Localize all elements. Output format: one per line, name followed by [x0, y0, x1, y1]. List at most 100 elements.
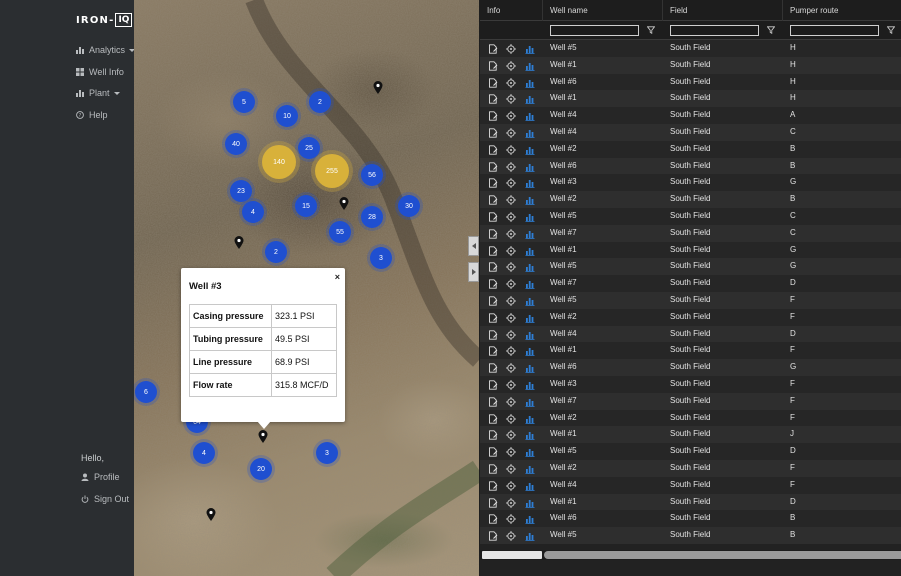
- document-edit-icon[interactable]: [488, 44, 498, 54]
- document-edit-icon[interactable]: [488, 111, 498, 121]
- collapse-left-button[interactable]: [468, 236, 479, 256]
- document-edit-icon[interactable]: [488, 161, 498, 172]
- map-cluster[interactable]: 255: [315, 154, 349, 188]
- bar-chart-icon[interactable]: [525, 78, 535, 88]
- document-edit-icon[interactable]: [488, 229, 498, 239]
- document-edit-icon[interactable]: [488, 413, 498, 424]
- map-cluster[interactable]: 5: [233, 91, 255, 113]
- document-edit-icon[interactable]: [488, 94, 498, 105]
- map-cluster[interactable]: 2: [309, 91, 331, 113]
- crosshair-icon[interactable]: [506, 346, 516, 357]
- bar-chart-icon[interactable]: [525, 330, 535, 340]
- table-row[interactable]: Well #1 South Field D: [480, 493, 901, 511]
- collapse-right-button[interactable]: [468, 262, 479, 282]
- bar-chart-icon[interactable]: [525, 128, 535, 138]
- table-row[interactable]: Well #7 South Field D: [480, 275, 901, 292]
- table-row[interactable]: Well #6 South Field G: [480, 359, 901, 376]
- document-edit-icon[interactable]: [488, 279, 498, 289]
- table-row[interactable]: Well #5 South Field H: [480, 40, 901, 57]
- table-row[interactable]: Well #2 South Field F: [480, 459, 901, 477]
- crosshair-icon[interactable]: [506, 77, 516, 88]
- filter-icon[interactable]: [647, 26, 655, 34]
- header-field[interactable]: Field: [663, 0, 783, 21]
- table-row[interactable]: Well #1 South Field H: [480, 56, 901, 74]
- crosshair-icon[interactable]: [506, 396, 516, 407]
- document-edit-icon[interactable]: [488, 145, 498, 155]
- nav-plant[interactable]: Plant: [76, 86, 120, 100]
- bar-chart-icon[interactable]: [525, 447, 535, 458]
- table-row[interactable]: Well #3 South Field G: [480, 174, 901, 192]
- crosshair-icon[interactable]: [506, 430, 516, 441]
- bar-chart-icon[interactable]: [525, 346, 535, 357]
- document-edit-icon[interactable]: [488, 77, 498, 88]
- map-cluster[interactable]: 40: [225, 133, 247, 155]
- document-edit-icon[interactable]: [488, 430, 498, 440]
- map-pin-icon[interactable]: [339, 197, 349, 210]
- table-row[interactable]: Well #1 South Field J: [480, 426, 901, 444]
- crosshair-icon[interactable]: [506, 279, 516, 290]
- table-row[interactable]: Well #1 South Field H: [480, 90, 901, 108]
- table-row[interactable]: Well #5 South Field D: [480, 443, 901, 460]
- table-row[interactable]: Well #2 South Field B: [480, 140, 901, 158]
- bar-chart-icon[interactable]: [525, 481, 535, 491]
- crosshair-icon[interactable]: [506, 413, 516, 424]
- document-edit-icon[interactable]: [488, 531, 498, 541]
- document-edit-icon[interactable]: [488, 212, 498, 222]
- crosshair-icon[interactable]: [506, 245, 516, 256]
- bar-chart-icon[interactable]: [525, 44, 535, 54]
- document-edit-icon[interactable]: [488, 296, 498, 306]
- nav-well-info[interactable]: Well Info: [76, 65, 124, 79]
- close-icon[interactable]: ×: [335, 272, 340, 282]
- crosshair-icon[interactable]: [506, 363, 516, 374]
- bar-chart-icon[interactable]: [525, 380, 535, 390]
- logo[interactable]: IRON- IQ: [76, 12, 133, 28]
- crosshair-icon[interactable]: [506, 295, 516, 306]
- crosshair-icon[interactable]: [506, 497, 516, 508]
- crosshair-icon[interactable]: [506, 211, 516, 222]
- bar-chart-icon[interactable]: [525, 464, 535, 474]
- document-edit-icon[interactable]: [488, 178, 498, 189]
- bar-chart-icon[interactable]: [525, 212, 535, 222]
- document-edit-icon[interactable]: [488, 363, 498, 373]
- table-row[interactable]: Well #5 South Field B: [480, 527, 901, 544]
- table-row[interactable]: Well #7 South Field F: [480, 392, 901, 410]
- bar-chart-icon[interactable]: [525, 498, 535, 508]
- document-edit-icon[interactable]: [488, 447, 498, 457]
- document-edit-icon[interactable]: [488, 245, 498, 256]
- header-well-name[interactable]: Well name: [543, 0, 663, 21]
- bar-chart-icon[interactable]: [525, 296, 535, 306]
- map-cluster[interactable]: 55: [329, 221, 351, 243]
- table-row[interactable]: Well #2 South Field B: [480, 191, 901, 208]
- bar-chart-icon[interactable]: [525, 111, 535, 122]
- crosshair-icon[interactable]: [506, 379, 516, 390]
- map-pin-icon[interactable]: [234, 236, 244, 249]
- document-edit-icon[interactable]: [488, 346, 498, 356]
- table-row[interactable]: Well #7 South Field C: [480, 224, 901, 242]
- crosshair-icon[interactable]: [506, 514, 516, 525]
- map-cluster[interactable]: 28: [361, 206, 383, 228]
- table-row[interactable]: Well #5 South Field F: [480, 291, 901, 309]
- crosshair-icon[interactable]: [506, 329, 516, 340]
- table-row[interactable]: Well #3 South Field F: [480, 375, 901, 393]
- crosshair-icon[interactable]: [506, 111, 516, 122]
- map-cluster[interactable]: 3: [316, 442, 338, 464]
- filter-icon[interactable]: [767, 26, 775, 34]
- map-cluster[interactable]: 10: [276, 105, 298, 127]
- document-edit-icon[interactable]: [488, 514, 498, 524]
- document-edit-icon[interactable]: [488, 195, 498, 205]
- map-cluster[interactable]: 23: [230, 180, 252, 202]
- document-edit-icon[interactable]: [488, 464, 498, 474]
- table-row[interactable]: Well #2 South Field F: [480, 308, 901, 326]
- table-row[interactable]: Well #4 South Field F: [480, 476, 901, 494]
- crosshair-icon[interactable]: [506, 161, 516, 172]
- bar-chart-icon[interactable]: [525, 514, 535, 525]
- document-edit-icon[interactable]: [488, 313, 498, 323]
- well-name-filter-input[interactable]: [550, 25, 639, 36]
- document-edit-icon[interactable]: [488, 397, 498, 407]
- crosshair-icon[interactable]: [506, 94, 516, 105]
- nav-help[interactable]: ? Help: [76, 108, 108, 122]
- table-row[interactable]: Well #6 South Field H: [480, 73, 901, 91]
- table-row[interactable]: Well #6 South Field B: [480, 157, 901, 175]
- document-edit-icon[interactable]: [488, 128, 498, 138]
- bar-chart-icon[interactable]: [525, 162, 535, 172]
